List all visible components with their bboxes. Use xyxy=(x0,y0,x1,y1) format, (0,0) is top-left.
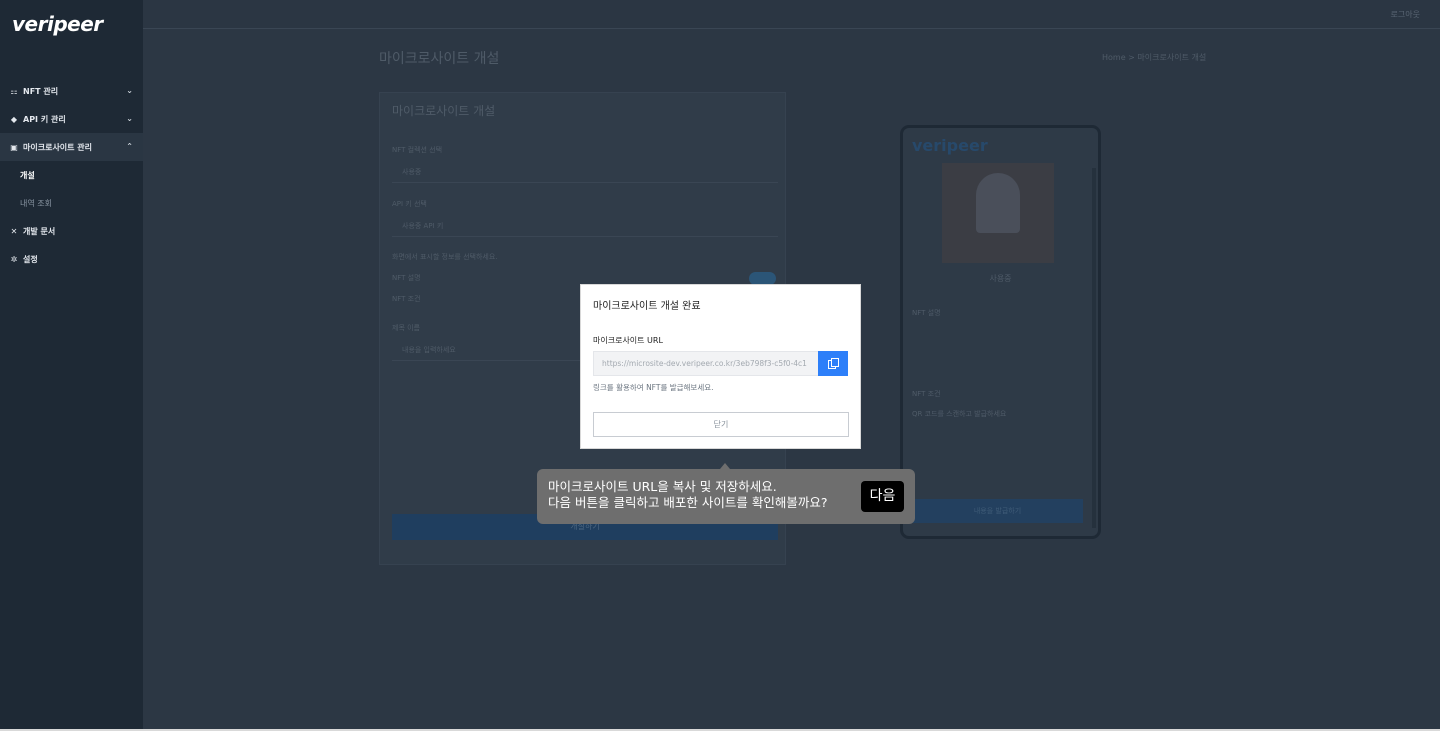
copy-icon xyxy=(827,358,839,369)
tooltip-text: 마이크로사이트 URL을 복사 및 저장하세요. 다음 버튼을 클릭하고 배포한… xyxy=(548,479,828,511)
url-label: 마이크로사이트 URL xyxy=(593,336,663,345)
tooltip-line-1: 마이크로사이트 URL을 복사 및 저장하세요. xyxy=(548,479,777,494)
completion-modal: 마이크로사이트 개설 완료 마이크로사이트 URL https://micros… xyxy=(580,284,861,449)
url-field[interactable]: https://microsite-dev.veripeer.co.kr/3eb… xyxy=(593,351,819,376)
url-row: https://microsite-dev.veripeer.co.kr/3eb… xyxy=(593,351,849,376)
url-hint: 링크를 활용하여 NFT를 발급해보세요. xyxy=(593,383,714,392)
close-button[interactable]: 닫기 xyxy=(593,412,849,437)
copy-url-button[interactable] xyxy=(818,351,848,376)
tooltip-line-2: 다음 버튼을 클릭하고 배포한 사이트를 확인해볼까요? xyxy=(548,495,828,510)
tour-next-button[interactable]: 다음 xyxy=(861,481,904,512)
modal-title: 마이크로사이트 개설 완료 xyxy=(593,301,701,312)
tour-tooltip: 마이크로사이트 URL을 복사 및 저장하세요. 다음 버튼을 클릭하고 배포한… xyxy=(537,463,915,524)
